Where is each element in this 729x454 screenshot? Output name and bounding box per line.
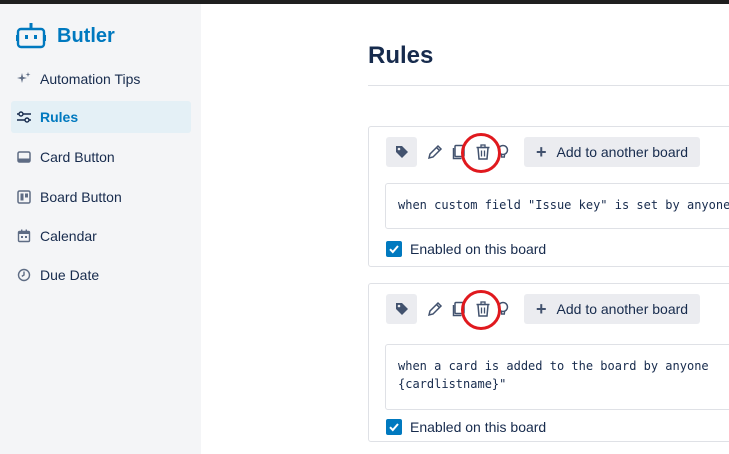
brand-label: Butler — [57, 24, 115, 47]
rule-card: + Add to another board when a card is ad… — [368, 283, 729, 442]
sidebar-item-rules[interactable]: Rules — [11, 101, 191, 133]
calendar-icon — [17, 229, 31, 243]
tag-icon — [395, 303, 408, 315]
sidebar-item-label: Due Date — [40, 267, 100, 283]
add-to-another-board-label: Add to another board — [556, 301, 689, 317]
plus-icon: + — [536, 299, 547, 319]
checkbox-checked-icon[interactable] — [386, 419, 402, 435]
rule-description: when a card is added to the board by any… — [385, 344, 729, 410]
tag-button[interactable] — [386, 137, 417, 167]
rule-toolbar: + Add to another board — [386, 137, 701, 167]
trash-icon[interactable] — [474, 143, 492, 161]
enabled-label: Enabled on this board — [410, 241, 547, 257]
sidebar-item-label: Rules — [40, 109, 79, 125]
edit-icon[interactable] — [426, 300, 444, 318]
enabled-toggle[interactable]: Enabled on this board — [386, 419, 546, 435]
card-button-icon — [17, 150, 31, 164]
sidebar-item-calendar[interactable]: Calendar — [11, 220, 191, 252]
sidebar-item-label: Card Button — [40, 149, 115, 165]
sidebar-item-due-date[interactable]: Due Date — [11, 259, 191, 291]
copy-icon[interactable] — [450, 143, 468, 161]
rule-description: when custom field "Issue key" is set by … — [385, 183, 729, 229]
butler-brand[interactable]: Butler — [16, 22, 115, 50]
lightbulb-icon[interactable] — [494, 300, 512, 318]
sliders-icon — [17, 110, 31, 124]
rule-toolbar: + Add to another board — [386, 294, 701, 324]
lightbulb-icon[interactable] — [494, 143, 512, 161]
edit-icon[interactable] — [426, 143, 444, 161]
plus-icon: + — [536, 142, 547, 162]
tag-button[interactable] — [386, 294, 417, 324]
sidebar-item-label: Calendar — [40, 228, 97, 244]
page-title: Rules — [368, 42, 434, 69]
rule-card: + Add to another board when custom field… — [368, 126, 729, 267]
butler-robot-icon — [16, 23, 46, 49]
tag-icon — [395, 146, 408, 158]
sidebar-item-label: Automation Tips — [40, 71, 141, 87]
title-divider — [368, 85, 729, 86]
sidebar-item-label: Board Button — [40, 189, 122, 205]
sparkle-icon — [17, 72, 31, 86]
add-to-another-board-label: Add to another board — [556, 144, 689, 160]
clock-icon — [17, 268, 31, 282]
add-to-another-board-button[interactable]: + Add to another board — [524, 137, 701, 167]
board-icon — [17, 190, 31, 204]
sidebar-item-card-button[interactable]: Card Button — [11, 141, 191, 173]
main-panel: Rules + Add to another board when custom… — [201, 4, 729, 454]
sidebar-item-automation-tips[interactable]: Automation Tips — [11, 63, 191, 95]
sidebar: Butler Automation Tips Rules Card Button… — [0, 4, 201, 454]
copy-icon[interactable] — [450, 300, 468, 318]
checkbox-checked-icon[interactable] — [386, 241, 402, 257]
trash-icon[interactable] — [474, 300, 492, 318]
enabled-label: Enabled on this board — [410, 419, 547, 435]
sidebar-item-board-button[interactable]: Board Button — [11, 181, 191, 213]
enabled-toggle[interactable]: Enabled on this board — [386, 241, 546, 257]
add-to-another-board-button[interactable]: + Add to another board — [524, 294, 701, 324]
